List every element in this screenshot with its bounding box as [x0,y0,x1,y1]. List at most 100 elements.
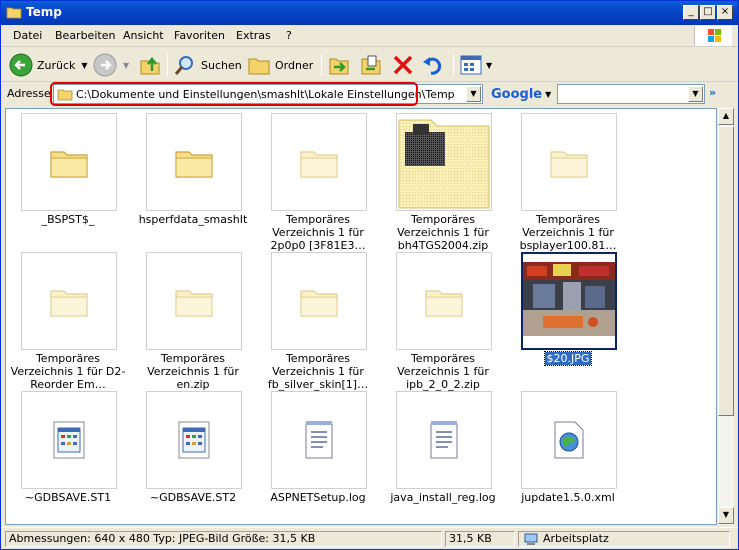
file-thumbnail[interactable] [146,391,242,489]
file-name-text: Temporäres Verzeichnis 1 für en.zip [147,352,239,391]
file-item[interactable]: Temporäres Verzeichnis 1 für D2-Reorder … [6,252,130,391]
copy-to-button[interactable] [359,52,383,78]
file-name-text: ~GDBSAVE.ST1 [24,491,112,504]
file-name-text: Temporäres Verzeichnis 1 für bh4TGS2004.… [397,213,489,252]
file-item[interactable]: java_install_reg.log [381,391,505,521]
file-item[interactable]: _BSPST$_ [6,113,130,243]
file-item[interactable]: Temporäres Verzeichnis 1 für bh4TGS2004.… [381,113,505,252]
up-folder-button[interactable] [139,52,161,78]
forward-dropdown-icon[interactable]: ▼ [123,61,129,70]
file-name-text: hsperfdata_smashIt [138,213,248,226]
scroll-up-button[interactable]: ▲ [718,108,734,125]
address-highlight-annotation [50,82,418,106]
photo-thumbnail-icon [523,254,615,348]
back-label: Zurück [37,58,76,72]
menu-ansicht[interactable]: Ansicht [123,29,164,42]
google-logo: Google [491,86,543,102]
file-name: ~GDBSAVE.ST1 [6,491,130,504]
google-search-dropdown-button[interactable]: ▼ [688,86,703,102]
menu-extras[interactable]: Extras [236,29,271,42]
delete-x-icon [393,55,413,75]
status-size: 31,5 KB [445,531,515,547]
file-item[interactable]: Temporäres Verzeichnis 1 für fb_silver_s… [256,252,380,391]
maximize-button[interactable]: □ [700,5,716,20]
file-name-text: _BSPST$_ [41,213,95,226]
file-name: hsperfdata_smashIt [131,213,255,226]
file-name: Temporäres Verzeichnis 1 für fb_silver_s… [256,352,380,391]
file-thumbnail[interactable] [521,252,617,350]
file-item[interactable]: jupdate1.5.0.xml [506,391,630,521]
file-name-text: java_install_reg.log [390,491,496,504]
file-thumbnail[interactable] [271,391,367,489]
file-view[interactable]: _BSPST$_ hsperfdata_smashIt Temporäres Ver… [5,108,717,525]
file-item[interactable]: Temporäres Verzeichnis 1 für bsplayer100… [506,113,630,252]
file-name: $20.JPG [506,351,630,366]
file-thumbnail[interactable] [396,113,492,211]
scroll-thumb[interactable] [718,126,734,416]
file-name-text: $20.JPG [543,351,593,366]
search-button[interactable]: Suchen [173,52,242,78]
menu-datei[interactable]: Datei [13,29,42,42]
file-thumbnail[interactable] [21,391,117,489]
file-item[interactable]: ~GDBSAVE.ST2 [131,391,255,521]
toolbar-separator [453,54,454,76]
toolbar-more-icon[interactable]: » [709,86,716,99]
file-name: Temporäres Verzeichnis 1 für bsplayer100… [506,213,630,252]
forward-button[interactable]: ▼ [93,52,129,78]
close-button[interactable]: × [717,5,733,20]
google-dropdown-icon: ▼ [545,89,552,99]
delete-button[interactable] [391,52,415,78]
file-thumbnail[interactable] [271,252,367,350]
status-bar: Abmessungen: 640 x 480 Typ: JPEG-Bild Gr… [1,527,738,549]
file-name-text: ASPNETSetup.log [270,491,366,504]
folders-label: Ordner [275,58,314,72]
google-toolbar-button[interactable]: Google ▼ [491,84,553,104]
file-thumbnail[interactable] [21,252,117,350]
window-title: Temp [26,5,62,19]
file-thumbnail[interactable] [146,113,242,211]
toolbar: Zurück ▼ ▼ Suchen Ordner ▼ [1,48,738,82]
file-name: ~GDBSAVE.ST2 [131,491,255,504]
file-name-text: Temporäres Verzeichnis 1 für fb_silver_s… [267,352,369,391]
undo-button[interactable] [421,52,445,78]
file-name: Temporäres Verzeichnis 1 für D2-Reorder … [6,352,130,391]
views-button[interactable]: ▼ [459,52,492,78]
file-thumbnail[interactable] [521,113,617,211]
move-to-button[interactable] [327,52,351,78]
file-thumbnail[interactable] [396,252,492,350]
text-file-icon [303,420,335,460]
address-dropdown-button[interactable]: ▼ [466,86,481,102]
file-name-text: Temporäres Verzeichnis 1 für bsplayer100… [519,213,617,252]
back-dropdown-icon[interactable]: ▼ [81,61,87,70]
title-bar[interactable]: Temp _ □ × [1,1,738,25]
minimize-button[interactable]: _ [683,5,699,20]
file-thumbnail[interactable] [396,391,492,489]
up-folder-icon [140,56,160,75]
file-thumbnail[interactable] [271,113,367,211]
scroll-down-button[interactable]: ▼ [718,507,734,524]
file-item[interactable]: Temporäres Verzeichnis 1 für ipb_2_0_2.z… [381,252,505,391]
file-thumbnail[interactable] [146,252,242,350]
file-item[interactable]: hsperfdata_smashIt [131,113,255,243]
google-search-input[interactable]: ▼ [557,84,705,104]
application-file-icon [177,420,211,460]
file-item[interactable]: ~GDBSAVE.ST1 [6,391,130,521]
file-name-text: Temporäres Verzeichnis 1 für ipb_2_0_2.z… [397,352,489,391]
views-dropdown-icon[interactable]: ▼ [486,61,492,70]
menu-favoriten[interactable]: Favoriten [174,29,225,42]
file-item[interactable]: Temporäres Verzeichnis 1 für en.zip [131,252,255,391]
file-thumbnail[interactable] [521,391,617,489]
menu-bearbeiten[interactable]: Bearbeiten [55,29,115,42]
file-thumbnail[interactable] [21,113,117,211]
file-item[interactable]: ASPNETSetup.log [256,391,380,521]
folder-icon [174,144,214,180]
file-name: Temporäres Verzeichnis 1 für en.zip [131,352,255,391]
zip-folder-icon [299,144,339,180]
zip-folder-icon [299,283,339,319]
file-item[interactable]: $20.JPG [506,252,630,382]
menu-help[interactable]: ? [286,29,292,42]
back-button[interactable]: Zurück ▼ [9,52,88,78]
file-item[interactable]: Temporäres Verzeichnis 1 für 2p0p0 [3F81… [256,113,380,252]
folders-button[interactable]: Ordner [247,52,313,78]
vertical-scrollbar[interactable]: ▲ ▼ [717,108,734,525]
